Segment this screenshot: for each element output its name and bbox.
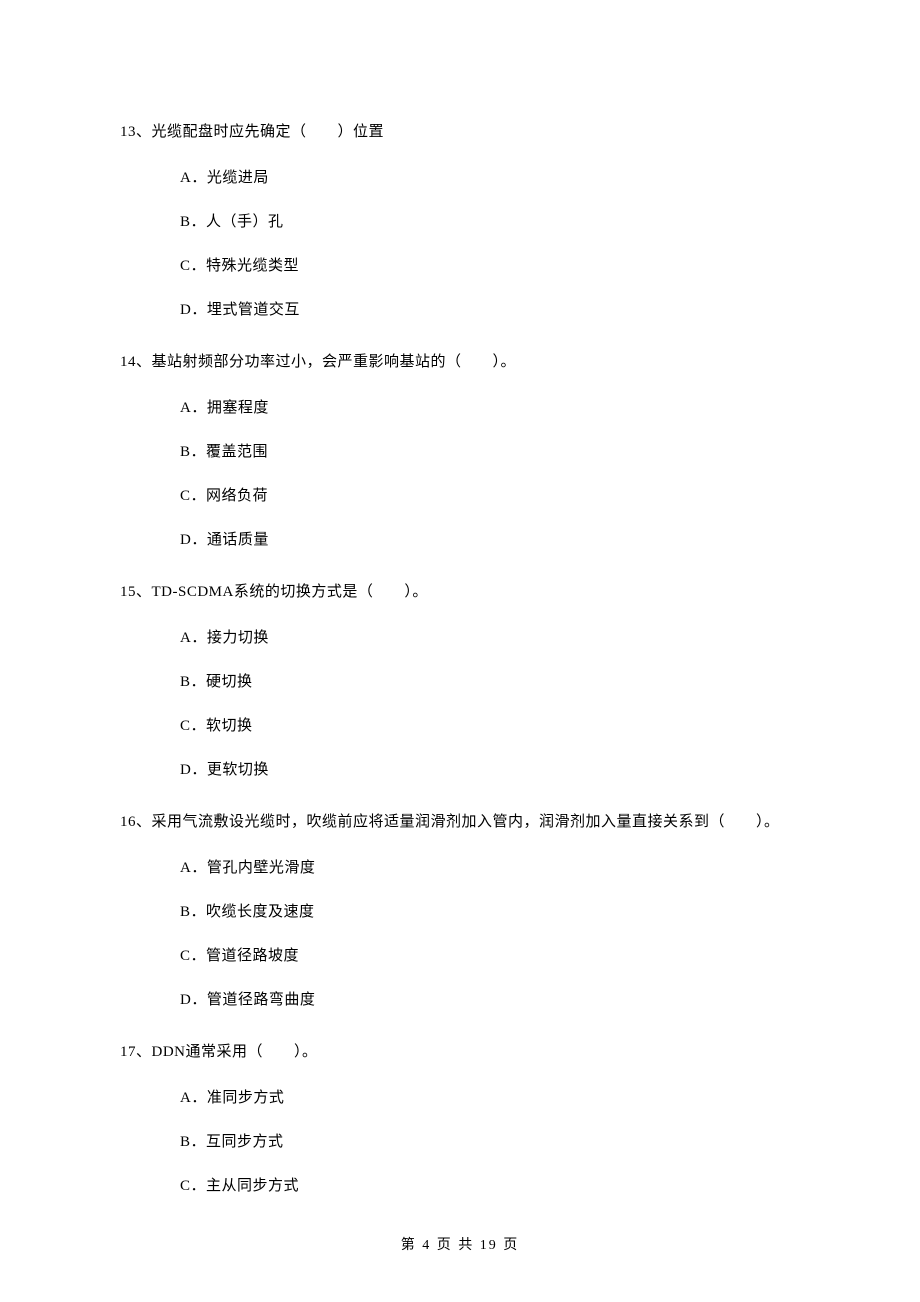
option-b: B．吹缆长度及速度	[180, 902, 800, 922]
page-footer: 第 4 页 共 19 页	[0, 1234, 920, 1254]
option-b: B．硬切换	[180, 672, 800, 692]
option-d: D．埋式管道交互	[180, 300, 800, 320]
question-options: A．拥塞程度 B．覆盖范围 C．网络负荷 D．通话质量	[120, 376, 800, 550]
option-c: C．主从同步方式	[180, 1176, 800, 1196]
page-content: 13、光缆配盘时应先确定（ ）位置 A．光缆进局 B．人（手）孔 C．特殊光缆类…	[0, 0, 920, 1196]
option-c: C．网络负荷	[180, 486, 800, 506]
option-c: C．软切换	[180, 716, 800, 736]
option-d: D．更软切换	[180, 760, 800, 780]
option-a: A．接力切换	[180, 628, 800, 648]
option-a: A．管孔内壁光滑度	[180, 858, 800, 878]
question-13: 13、光缆配盘时应先确定（ ）位置 A．光缆进局 B．人（手）孔 C．特殊光缆类…	[120, 118, 800, 320]
option-c: C．特殊光缆类型	[180, 256, 800, 276]
option-c: C．管道径路坡度	[180, 946, 800, 966]
option-a: A．准同步方式	[180, 1088, 800, 1108]
question-options: A．接力切换 B．硬切换 C．软切换 D．更软切换	[120, 606, 800, 780]
question-stem: 14、基站射频部分功率过小，会严重影响基站的（ ）。	[120, 348, 800, 376]
question-options: A．准同步方式 B．互同步方式 C．主从同步方式	[120, 1066, 800, 1196]
option-b: B．互同步方式	[180, 1132, 800, 1152]
question-options: A．光缆进局 B．人（手）孔 C．特殊光缆类型 D．埋式管道交互	[120, 146, 800, 320]
question-17: 17、DDN通常采用（ ）。 A．准同步方式 B．互同步方式 C．主从同步方式	[120, 1038, 800, 1196]
option-a: A．拥塞程度	[180, 398, 800, 418]
option-a: A．光缆进局	[180, 168, 800, 188]
question-15: 15、TD-SCDMA系统的切换方式是（ ）。 A．接力切换 B．硬切换 C．软…	[120, 578, 800, 780]
option-d: D．管道径路弯曲度	[180, 990, 800, 1010]
option-b: B．覆盖范围	[180, 442, 800, 462]
question-stem: 15、TD-SCDMA系统的切换方式是（ ）。	[120, 578, 800, 606]
question-stem: 13、光缆配盘时应先确定（ ）位置	[120, 118, 800, 146]
question-options: A．管孔内壁光滑度 B．吹缆长度及速度 C．管道径路坡度 D．管道径路弯曲度	[120, 836, 800, 1010]
question-16: 16、采用气流敷设光缆时，吹缆前应将适量润滑剂加入管内，润滑剂加入量直接关系到（…	[120, 808, 800, 1010]
question-stem: 16、采用气流敷设光缆时，吹缆前应将适量润滑剂加入管内，润滑剂加入量直接关系到（…	[120, 808, 800, 836]
question-stem: 17、DDN通常采用（ ）。	[120, 1038, 800, 1066]
question-14: 14、基站射频部分功率过小，会严重影响基站的（ ）。 A．拥塞程度 B．覆盖范围…	[120, 348, 800, 550]
option-d: D．通话质量	[180, 530, 800, 550]
option-b: B．人（手）孔	[180, 212, 800, 232]
